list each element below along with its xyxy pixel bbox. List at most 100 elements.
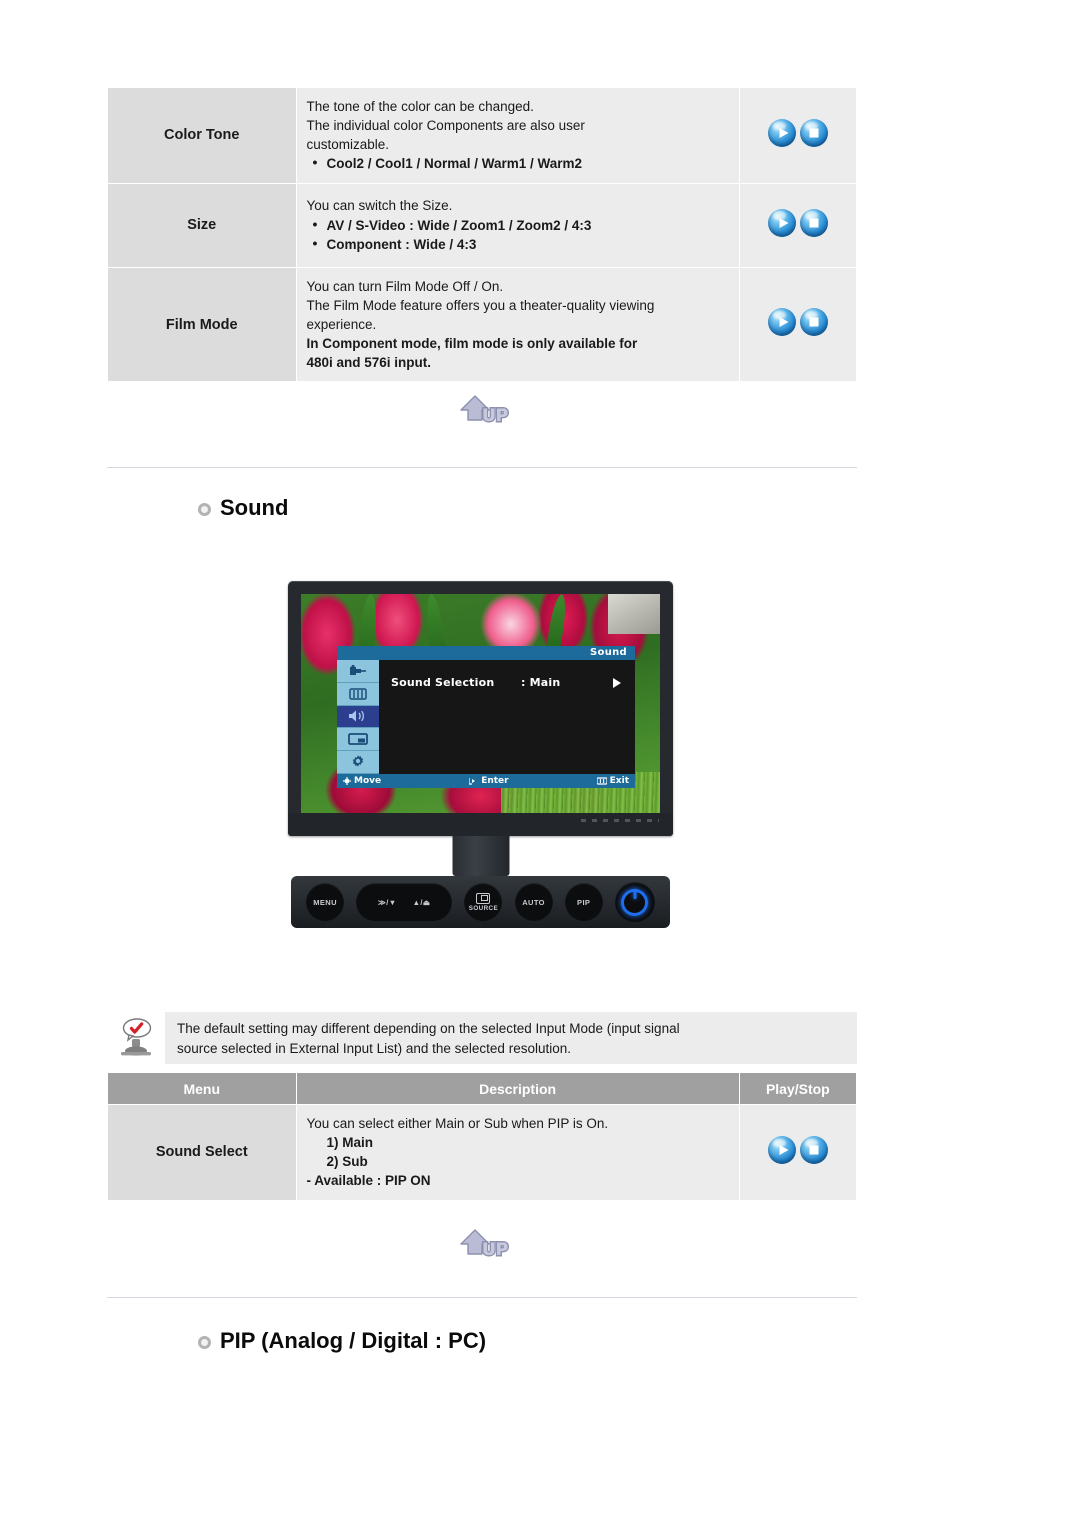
playstop-cell bbox=[738, 182, 858, 268]
setup-gear-icon[interactable] bbox=[337, 751, 379, 774]
sound-section-heading: Sound bbox=[198, 495, 288, 521]
table-row: Film Mode You can turn Film Mode Off / O… bbox=[107, 266, 858, 383]
table-row: Size You can switch the Size. AV / S-Vid… bbox=[107, 182, 858, 268]
row-description: The tone of the color can be changed. Th… bbox=[295, 87, 740, 184]
pip-heading-label: PIP (Analog / Digital : PC) bbox=[220, 1328, 487, 1353]
desc-bullet-line: AV / S-Video : Wide / Zoom1 / Zoom2 / 4:… bbox=[307, 215, 739, 235]
header-menu: Menu bbox=[107, 1072, 297, 1105]
note-line: The default setting may different depend… bbox=[177, 1021, 680, 1036]
play-icon[interactable] bbox=[767, 308, 796, 337]
osd-row-label: Sound Selection bbox=[391, 676, 495, 689]
playstop-cell bbox=[738, 266, 858, 383]
pip-window-icon[interactable] bbox=[337, 728, 379, 752]
desc-line-indent: 1) Main bbox=[326, 1135, 374, 1151]
play-icon[interactable] bbox=[767, 1135, 796, 1164]
picture-options-table: Color Tone The tone of the color can be … bbox=[107, 87, 858, 383]
note-box: The default setting may different depend… bbox=[107, 1012, 857, 1064]
adjust-button[interactable]: ≫/▼ ▲/⏏ bbox=[356, 883, 453, 921]
desc-line-bold: - Available : PIP ON bbox=[306, 1173, 431, 1189]
play-stop-icons bbox=[767, 308, 828, 337]
note-figure-icon bbox=[107, 1012, 165, 1064]
osd-footer: Move Enter Exit bbox=[337, 774, 635, 788]
row-description: You can switch the Size. AV / S-Video : … bbox=[295, 182, 740, 268]
source-box-icon bbox=[476, 892, 491, 904]
desc-line: experience. bbox=[306, 316, 377, 332]
menu-button[interactable]: MENU bbox=[306, 883, 345, 921]
osd-sidebar bbox=[337, 660, 379, 774]
input-source-icon[interactable] bbox=[337, 660, 379, 683]
stone-decor bbox=[608, 594, 660, 634]
up-label: UP UP bbox=[481, 405, 510, 427]
chin-dots-decor bbox=[581, 819, 659, 822]
play-stop-icons bbox=[767, 208, 828, 237]
row-menu-label: Size bbox=[107, 182, 297, 268]
note-text: The default setting may different depend… bbox=[165, 1012, 857, 1064]
gear-bullet-icon bbox=[198, 1335, 211, 1349]
up-button-bottom[interactable]: UP UP bbox=[455, 1222, 525, 1260]
osd-title: Sound bbox=[337, 646, 635, 660]
source-button[interactable]: SOURCE bbox=[464, 883, 503, 921]
play-icon[interactable] bbox=[767, 208, 796, 237]
osd-exit-hint: Exit bbox=[596, 776, 629, 786]
auto-button[interactable]: AUTO bbox=[514, 883, 553, 921]
osd-sound-selection-row[interactable]: Sound Selection : Main bbox=[379, 676, 635, 689]
desc-line-indent: 2) Sub bbox=[326, 1154, 368, 1170]
header-description: Description bbox=[295, 1072, 740, 1105]
gear-bullet-icon bbox=[198, 502, 211, 516]
up-label: UP UP bbox=[481, 1239, 510, 1261]
adjust-up-label: ▲/⏏ bbox=[412, 897, 431, 907]
desc-line: The individual color Components are also… bbox=[306, 118, 585, 134]
svg-text:UP: UP bbox=[482, 1240, 508, 1260]
play-stop-icons bbox=[767, 1135, 828, 1164]
desc-line: You can select either Main or Sub when P… bbox=[306, 1116, 609, 1131]
table-row: Color Tone The tone of the color can be … bbox=[107, 87, 858, 184]
move-icon bbox=[343, 777, 351, 785]
table-row: Sound Select You can select either Main … bbox=[107, 1104, 858, 1201]
monitor-control-panel: MENU ≫/▼ ▲/⏏ SOURCE AUTO PIP bbox=[291, 876, 670, 928]
sound-heading-label: Sound bbox=[220, 495, 289, 520]
power-button[interactable] bbox=[614, 882, 655, 922]
desc-line: You can switch the Size. bbox=[306, 198, 453, 214]
sound-select-table: Menu Description Play/Stop Sound Select … bbox=[107, 1072, 858, 1201]
row-menu-label: Color Tone bbox=[107, 87, 297, 184]
power-icon bbox=[621, 888, 649, 916]
stop-icon[interactable] bbox=[799, 208, 828, 237]
desc-line-bold: In Component mode, film mode is only ava… bbox=[306, 336, 638, 352]
desc-line: The tone of the color can be changed. bbox=[306, 99, 534, 114]
row-description: You can turn Film Mode Off / On. The Fil… bbox=[295, 266, 740, 383]
play-icon[interactable] bbox=[767, 118, 796, 147]
monitor-chin bbox=[288, 813, 673, 836]
monitor-neck bbox=[452, 836, 509, 876]
stop-icon[interactable] bbox=[799, 1135, 828, 1164]
desc-line: You can turn Film Mode Off / On. bbox=[306, 278, 504, 294]
osd-content: Sound Selection : Main bbox=[379, 660, 635, 774]
exit-icon bbox=[596, 777, 607, 785]
stop-icon[interactable] bbox=[799, 308, 828, 337]
desc-line: The Film Mode feature offers you a theat… bbox=[306, 297, 655, 313]
stop-icon[interactable] bbox=[799, 118, 828, 147]
osd-enter-hint: Enter bbox=[469, 776, 509, 786]
up-button-top[interactable]: UP UP bbox=[455, 388, 525, 426]
divider-rule-top bbox=[107, 467, 857, 468]
row-description: You can select either Main or Sub when P… bbox=[295, 1104, 740, 1201]
adjust-down-label: ≫/▼ bbox=[378, 897, 397, 907]
speaker-icon[interactable] bbox=[337, 705, 379, 729]
header-playstop: Play/Stop bbox=[738, 1072, 858, 1105]
right-arrow-icon[interactable] bbox=[613, 677, 621, 688]
picture-bars-icon[interactable] bbox=[337, 682, 379, 706]
osd-row-value: : Main bbox=[521, 676, 561, 689]
play-stop-icons bbox=[767, 118, 828, 147]
monitor-screen: Sound Sound Selection: Main Move Enter … bbox=[301, 594, 660, 813]
desc-line-bold: 480i and 576i input. bbox=[306, 355, 432, 371]
pip-button[interactable]: PIP bbox=[564, 883, 603, 921]
svg-text:UP: UP bbox=[482, 406, 508, 426]
playstop-cell bbox=[738, 1104, 858, 1201]
row-menu-label: Film Mode bbox=[107, 266, 297, 383]
note-line: source selected in External Input List) … bbox=[177, 1040, 571, 1056]
table-header-row: Menu Description Play/Stop bbox=[107, 1072, 858, 1105]
desc-bullet-line: Component : Wide / 4:3 bbox=[307, 234, 739, 254]
osd-menu: Sound Sound Selection: Main Move Enter … bbox=[337, 646, 635, 788]
osd-move-hint: Move bbox=[343, 776, 381, 786]
desc-line: customizable. bbox=[306, 137, 390, 153]
pip-section-heading: PIP (Analog / Digital : PC) bbox=[198, 1328, 486, 1354]
